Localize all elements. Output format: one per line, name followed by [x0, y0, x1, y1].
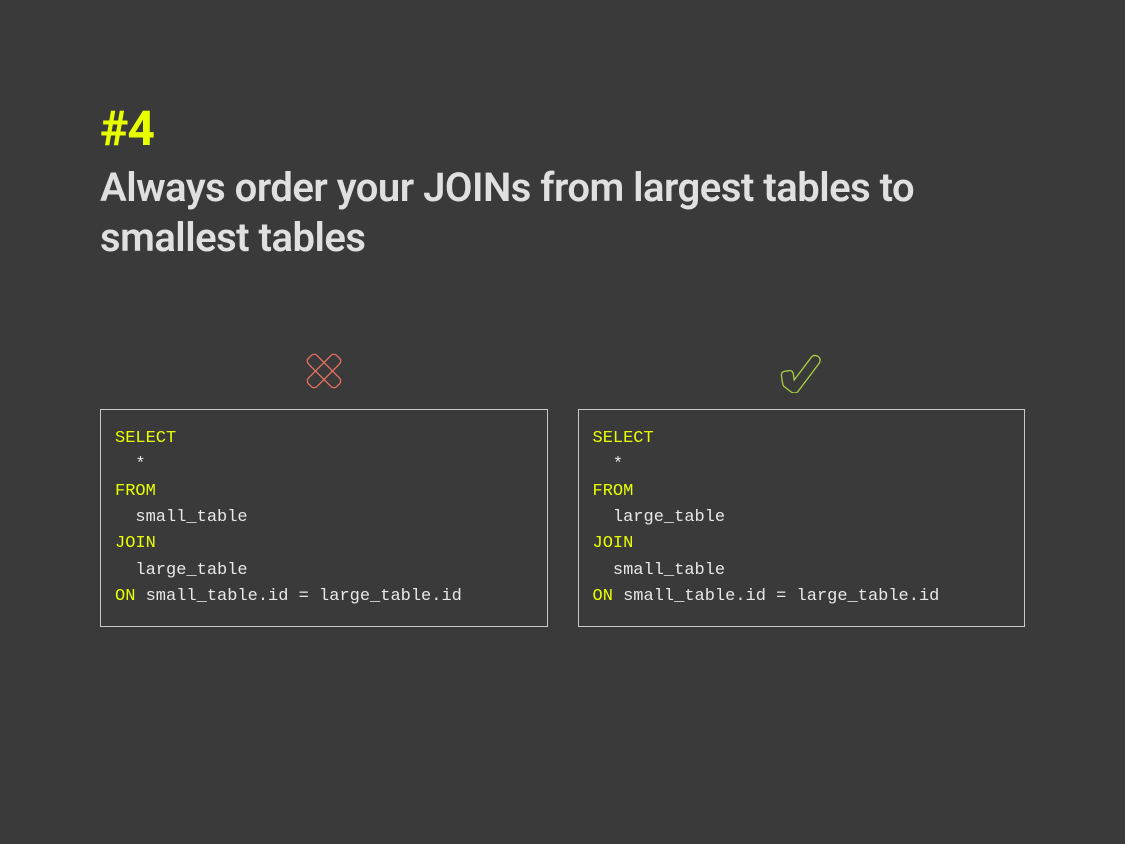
tip-number: #4 [100, 100, 1025, 157]
code-star: * [593, 455, 624, 474]
code-star: * [115, 455, 146, 474]
kw-from: FROM [593, 482, 634, 501]
kw-select: SELECT [593, 429, 654, 448]
kw-join: JOIN [593, 534, 634, 553]
good-example-column: SELECT * FROM large_table JOIN small_tab… [578, 343, 1026, 627]
check-icon [775, 343, 827, 399]
bad-code-box: SELECT * FROM small_table JOIN large_tab… [100, 409, 548, 627]
kw-join: JOIN [115, 534, 156, 553]
from-table: large_table [593, 508, 726, 527]
bad-example-column: SELECT * FROM small_table JOIN large_tab… [100, 343, 548, 627]
comparison-columns: SELECT * FROM small_table JOIN large_tab… [100, 343, 1025, 627]
kw-select: SELECT [115, 429, 176, 448]
kw-on: ON [593, 587, 613, 606]
kw-from: FROM [115, 482, 156, 501]
tip-title: Always order your JOINs from largest tab… [100, 163, 960, 263]
from-table: small_table [115, 508, 248, 527]
join-table: small_table [593, 561, 726, 580]
join-table: large_table [115, 561, 248, 580]
cross-icon [302, 343, 346, 399]
good-code-box: SELECT * FROM large_table JOIN small_tab… [578, 409, 1026, 627]
on-clause: small_table.id = large_table.id [135, 587, 461, 606]
kw-on: ON [115, 587, 135, 606]
on-clause: small_table.id = large_table.id [613, 587, 939, 606]
